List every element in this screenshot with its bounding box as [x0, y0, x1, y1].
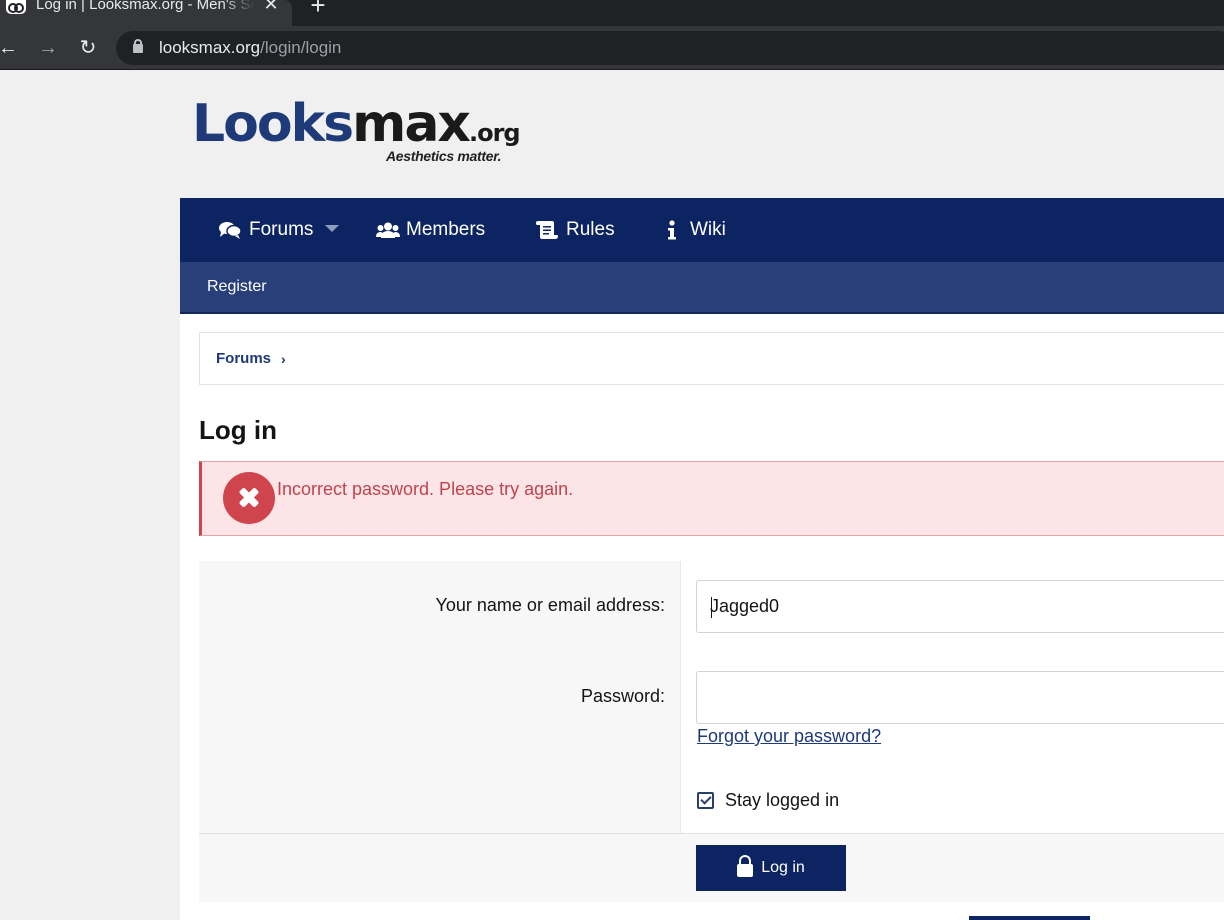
lock-icon — [737, 855, 754, 877]
form-labels-column: Your name or email address: Password: — [199, 561, 681, 833]
tab-title: Log in | Looksmax.org - Men's Self-Impro… — [36, 0, 254, 13]
address-bar[interactable]: looksmax.org/login/login — [116, 31, 1224, 65]
forgot-password-link[interactable]: Forgot your password? — [697, 726, 881, 747]
breadcrumb: Forums › — [199, 332, 1224, 385]
back-arrow-icon[interactable]: ← — [0, 36, 19, 60]
browser-tabstrip: Log in | Looksmax.org - Men's Self-Impro… — [0, 0, 1224, 26]
scroll-icon — [536, 221, 558, 239]
lock-icon[interactable] — [133, 39, 143, 53]
username-label: Your name or email address: — [435, 595, 665, 615]
login-button[interactable]: Log in — [696, 845, 846, 891]
new-tab-icon[interactable]: + — [306, 0, 330, 18]
users-icon — [376, 222, 400, 238]
main-navbar: Forums Members Rules Wiki — [180, 198, 1224, 262]
error-x-icon — [223, 472, 275, 524]
page-viewport: Looksmax.org Aesthetics matter. Forums M… — [0, 71, 1224, 920]
tab-close-icon[interactable]: ✕ — [262, 0, 280, 14]
chevron-right-icon: › — [281, 351, 286, 367]
password-input[interactable] — [696, 671, 1224, 724]
username-input[interactable] — [696, 580, 1224, 633]
logo-tagline: Aesthetics matter. — [386, 148, 502, 164]
forums-dropdown-caret-icon[interactable] — [325, 225, 339, 232]
breadcrumb-forums[interactable]: Forums — [216, 333, 271, 384]
browser-toolbar: ← → ↻ looksmax.org/login/login — [0, 26, 1224, 70]
nav-label-rules: Rules — [566, 219, 615, 240]
url-text[interactable]: looksmax.org/login/login — [159, 38, 341, 58]
nav-item-wiki[interactable]: Wiki — [666, 198, 726, 262]
site-favicon-icon — [6, 0, 26, 14]
register-link[interactable]: Register — [207, 262, 267, 312]
url-path: /login/login — [260, 38, 342, 57]
form-fields-column: Forgot your password? Stay logged in — [681, 561, 1224, 833]
forward-arrow-icon[interactable]: → — [37, 36, 59, 60]
stay-logged-in-label[interactable]: Stay logged in — [725, 790, 839, 811]
nav-label-members: Members — [406, 219, 486, 240]
site-logo[interactable]: Looksmax.org Aesthetics matter. — [192, 96, 522, 171]
form-footer: Log in — [199, 833, 1224, 902]
stay-logged-in-checkbox[interactable] — [697, 792, 714, 809]
nav-label-forums: Forums — [249, 219, 314, 240]
info-icon — [668, 220, 676, 240]
error-message: Incorrect password. Please try again. — [277, 479, 574, 499]
nav-item-forums[interactable]: Forums — [218, 198, 313, 262]
page-title: Log in — [199, 415, 277, 445]
sub-navbar: Register — [180, 262, 1224, 314]
login-button-label: Log in — [761, 859, 805, 876]
password-label: Password: — [580, 686, 665, 706]
login-form: Your name or email address: Password: Fo… — [199, 561, 1224, 902]
error-alert: Incorrect password. Please try again. — [199, 461, 1224, 536]
url-domain: looksmax.org — [159, 38, 261, 57]
main-content: Forums › Log in Incorrect password. Plea… — [180, 314, 1224, 920]
partial-button-edge[interactable] — [969, 916, 1090, 920]
nav-label-wiki: Wiki — [690, 219, 726, 240]
site-container: Looksmax.org Aesthetics matter. Forums M… — [180, 71, 1224, 920]
reload-icon[interactable]: ↻ — [77, 36, 99, 60]
text-cursor — [711, 597, 712, 618]
nav-item-rules[interactable]: Rules — [535, 198, 615, 262]
comments-icon — [219, 222, 242, 239]
browser-tab[interactable]: Log in | Looksmax.org - Men's Self-Impro… — [0, 0, 292, 26]
nav-item-members[interactable]: Members — [376, 198, 485, 262]
